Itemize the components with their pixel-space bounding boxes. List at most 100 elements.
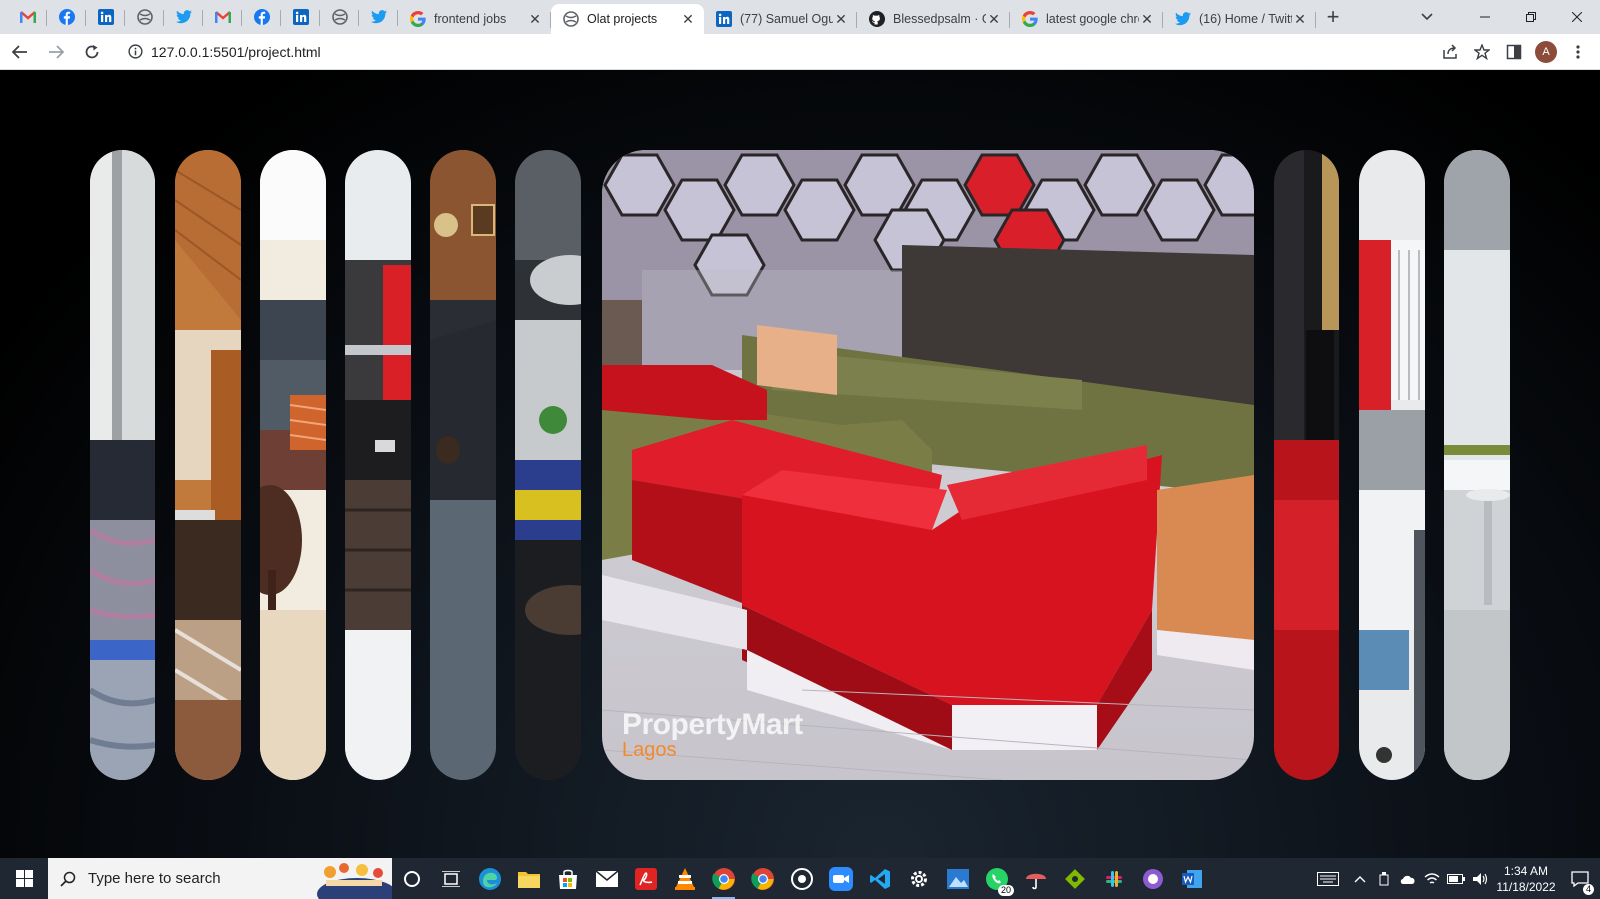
address-bar[interactable]: 127.0.0.1:5501/project.html: [118, 37, 1408, 66]
tray-wifi[interactable]: [1420, 858, 1444, 899]
cloud-icon: [1400, 875, 1415, 884]
tab-github[interactable]: Blessedpsalm · GitHub ✕: [857, 4, 1010, 34]
keyboard-layout-button[interactable]: [1308, 858, 1348, 899]
tab-frontend-jobs[interactable]: frontend jobs ✕: [398, 4, 551, 34]
tab-latest-chrome[interactable]: latest google chrome ✕: [1010, 4, 1163, 34]
workspace-photo: [1444, 150, 1510, 780]
start-button[interactable]: [0, 858, 48, 899]
tab-search-button[interactable]: [1408, 0, 1446, 34]
taskbar-settings[interactable]: [899, 858, 938, 899]
taskbar-acrobat[interactable]: [626, 858, 665, 899]
tab-title: Olat projects: [587, 12, 658, 26]
pinned-tab-linkedin[interactable]: [86, 0, 125, 34]
tab-twitter-home[interactable]: (16) Home / Twitter ✕: [1163, 4, 1316, 34]
taskbar-chrome[interactable]: [704, 858, 743, 899]
pinned-tab-globe-2[interactable]: [320, 0, 359, 34]
restore-icon: [1526, 12, 1536, 22]
gallery-strip-workspace[interactable]: [1444, 150, 1510, 780]
url-text: 127.0.0.1:5501/project.html: [151, 43, 321, 60]
close-icon[interactable]: ✕: [986, 11, 1002, 27]
bookmark-button[interactable]: [1466, 36, 1498, 68]
taskbar-search[interactable]: Type here to search: [48, 858, 392, 899]
taskbar-file-explorer[interactable]: [509, 858, 548, 899]
kebab-menu-icon: [1576, 45, 1580, 59]
obs-icon: [790, 867, 813, 890]
lounge-photo: [515, 150, 581, 780]
share-button[interactable]: [1434, 36, 1466, 68]
cortana-button[interactable]: [392, 858, 431, 899]
tray-onedrive[interactable]: [1396, 858, 1420, 899]
pinned-tab-facebook[interactable]: [47, 0, 86, 34]
taskbar-git[interactable]: [1055, 858, 1094, 899]
close-icon[interactable]: ✕: [680, 11, 696, 27]
gallery-strip-kitchen[interactable]: [345, 150, 411, 780]
project-title: PropertyMart: [622, 708, 803, 741]
profile-avatar[interactable]: A: [1535, 41, 1557, 63]
keyboard-icon: [1317, 871, 1339, 886]
system-clock[interactable]: 1:34 AM 11/18/2022: [1492, 863, 1560, 895]
gallery-strip-red-wall[interactable]: [1274, 150, 1339, 780]
pinned-tab-twitter[interactable]: [164, 0, 203, 34]
new-tab-button[interactable]: +: [1316, 0, 1350, 34]
pinned-tab-globe[interactable]: [125, 0, 164, 34]
close-icon[interactable]: ✕: [1139, 11, 1155, 27]
forward-button[interactable]: [40, 36, 72, 68]
show-hidden-icons[interactable]: [1348, 858, 1372, 899]
gallery-strip-bedroom[interactable]: [90, 150, 155, 780]
taskbar-whatsapp[interactable]: 20: [977, 858, 1016, 899]
taskbar-app-umbrella[interactable]: [1016, 858, 1055, 899]
usb-icon: [1379, 871, 1389, 885]
tray-volume[interactable]: [1468, 858, 1492, 899]
close-icon: [1572, 12, 1582, 22]
taskbar-edge[interactable]: [470, 858, 509, 899]
back-button[interactable]: [4, 36, 36, 68]
toolbar-actions: A: [1434, 36, 1594, 68]
side-panel-button[interactable]: [1498, 36, 1530, 68]
close-window-button[interactable]: [1554, 0, 1600, 34]
taskbar-store[interactable]: [548, 858, 587, 899]
gallery-strip-boardroom[interactable]: [430, 150, 496, 780]
tab-olat-projects[interactable]: Olat projects ✕: [551, 4, 704, 34]
taskbar-github-desktop[interactable]: [1133, 858, 1172, 899]
wifi-icon: [1424, 872, 1440, 884]
pinned-tab-twitter-2[interactable]: [359, 0, 398, 34]
tray-battery[interactable]: [1444, 858, 1468, 899]
system-tray: 1:34 AM 11/18/2022 4: [1308, 858, 1600, 899]
restore-button[interactable]: [1508, 0, 1554, 34]
taskbar-vscode[interactable]: [860, 858, 899, 899]
gallery-strip-lounge[interactable]: [515, 150, 581, 780]
git-icon: [1064, 868, 1085, 889]
tab-samuel-linkedin[interactable]: (77) Samuel Ogunleye ✕: [704, 4, 857, 34]
pinned-tab-gmail[interactable]: [8, 0, 47, 34]
pinned-tab-gmail-2[interactable]: [203, 0, 242, 34]
globe-icon: [331, 9, 348, 25]
reload-button[interactable]: [76, 36, 108, 68]
close-icon[interactable]: ✕: [1292, 11, 1308, 27]
menu-button[interactable]: [1562, 36, 1594, 68]
taskbar-chrome-profile[interactable]: [743, 858, 782, 899]
close-icon[interactable]: ✕: [833, 11, 849, 27]
taskbar-obs[interactable]: [782, 858, 821, 899]
tray-usb[interactable]: [1372, 858, 1396, 899]
kitchen-photo: [345, 150, 411, 780]
gallery-strip-dining[interactable]: [260, 150, 326, 780]
gallery-strip-office-window[interactable]: [1359, 150, 1425, 780]
close-icon[interactable]: ✕: [527, 11, 543, 27]
minimize-button[interactable]: [1462, 0, 1508, 34]
notification-center-button[interactable]: 4: [1560, 858, 1600, 899]
taskbar-photos[interactable]: [938, 858, 977, 899]
pinned-tab-linkedin-2[interactable]: [281, 0, 320, 34]
pinned-tab-facebook-2[interactable]: [242, 0, 281, 34]
taskbar-vlc[interactable]: [665, 858, 704, 899]
taskbar-slack[interactable]: [1094, 858, 1133, 899]
task-view-button[interactable]: [431, 858, 470, 899]
office-window-photo: [1359, 150, 1425, 780]
taskbar-zoom[interactable]: [821, 858, 860, 899]
store-icon: [558, 869, 577, 889]
windows-logo-icon: [15, 870, 33, 887]
gallery-strip-wood-lobby[interactable]: [175, 150, 241, 780]
taskbar-word[interactable]: [1172, 858, 1211, 899]
wood-lobby-photo: [175, 150, 241, 780]
taskbar-mail[interactable]: [587, 858, 626, 899]
featured-project-card[interactable]: PropertyMart Lagos: [602, 150, 1254, 780]
